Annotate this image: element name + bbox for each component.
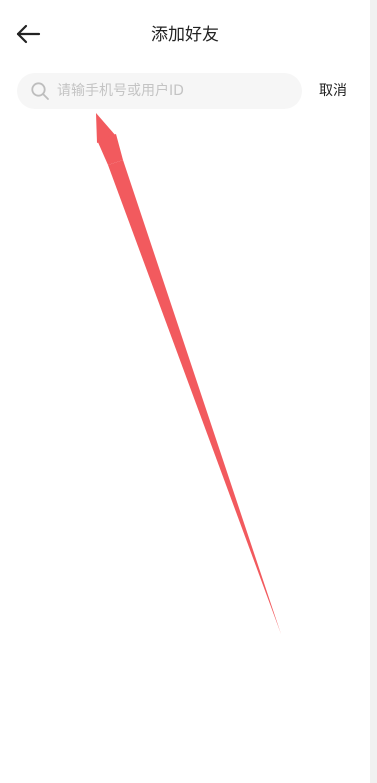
annotation-arrow-neck xyxy=(97,134,123,165)
scrollbar-track xyxy=(370,0,377,783)
annotation-arrow-shaft xyxy=(108,160,281,634)
search-row: 取消 xyxy=(0,73,370,110)
add-friend-screen: 添加好友 取消 xyxy=(0,0,377,783)
search-icon xyxy=(29,80,51,102)
search-input[interactable] xyxy=(57,76,277,106)
page-title: 添加好友 xyxy=(151,25,219,45)
annotation-arrow xyxy=(96,113,281,634)
search-box[interactable] xyxy=(17,73,302,109)
annotation-arrow-head xyxy=(96,113,116,143)
header-bar: 添加好友 xyxy=(0,0,370,70)
cancel-button[interactable]: 取消 xyxy=(319,82,347,100)
